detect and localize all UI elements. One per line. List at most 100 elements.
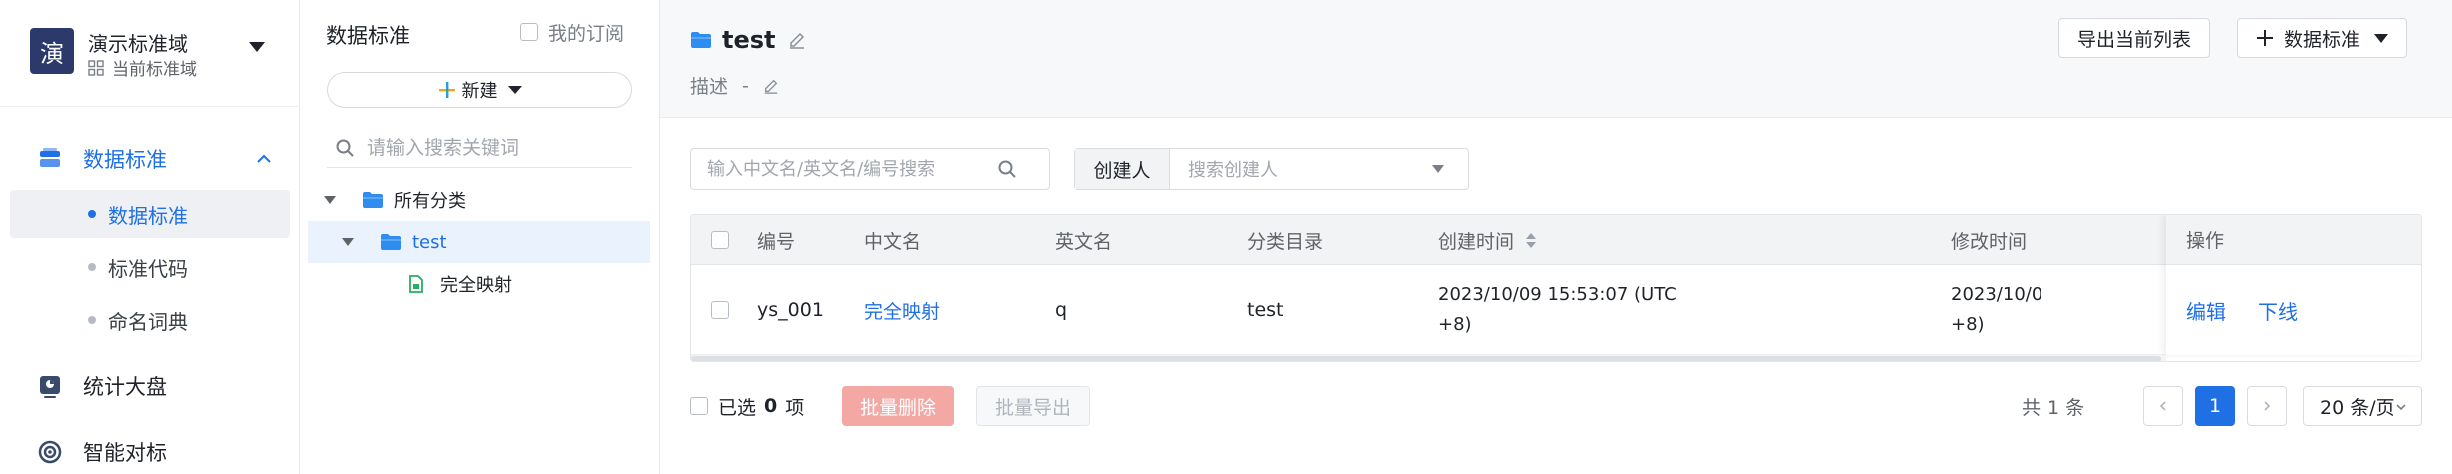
nav-subitem-naming-dictionary[interactable]: 命名词典 bbox=[10, 296, 290, 344]
workspace-name: 演示标准域 bbox=[88, 32, 188, 56]
chevron-down-icon bbox=[2396, 404, 2406, 411]
tree-search-input[interactable] bbox=[367, 136, 617, 159]
cell-en-name: q bbox=[1055, 299, 1068, 321]
cell-category: test bbox=[1247, 299, 1284, 321]
batch-delete-button[interactable]: 批量删除 bbox=[842, 386, 955, 426]
selection-summary: 已选 0 项 bbox=[690, 384, 804, 428]
description-value: - bbox=[742, 74, 749, 97]
caret-down-icon bbox=[507, 86, 522, 94]
page-title-row: test bbox=[690, 26, 806, 54]
table-footer: 已选 0 项 批量删除 批量导出 共 1 条 1 20 条/页 bbox=[690, 384, 2422, 428]
nav-subitem-label: 数据标准 bbox=[108, 203, 188, 228]
my-subscription-toggle[interactable]: 我的订阅 bbox=[520, 20, 625, 45]
select-all-checkbox[interactable] bbox=[711, 231, 729, 249]
creator-filter[interactable]: 创建人 搜索创建人 bbox=[1074, 148, 1469, 190]
chevron-left-icon bbox=[2159, 401, 2166, 411]
nav-group-label: 统计大盘 bbox=[83, 375, 167, 399]
workspace-subtitle: 当前标准域 bbox=[88, 55, 197, 80]
folder-icon bbox=[691, 32, 711, 48]
workspace-switcher[interactable]: 演 演示标准域 当前标准域 bbox=[30, 28, 280, 80]
created-header-label: 创建时间 bbox=[1438, 230, 1515, 253]
data-standard-dropdown-button[interactable]: 数据标准 bbox=[2237, 18, 2408, 58]
workspace-subtitle-text: 当前标准域 bbox=[112, 60, 197, 80]
select-all-cell[interactable] bbox=[711, 215, 729, 265]
nav-subitem-label: 标准代码 bbox=[108, 256, 188, 281]
tree-node-full-mapping[interactable]: 完全映射 bbox=[308, 263, 650, 305]
cell-created: 2023/10/09 15:53:07 (UTC +8) bbox=[1438, 284, 1677, 335]
edit-icon[interactable] bbox=[788, 31, 806, 49]
next-page-button[interactable] bbox=[2247, 386, 2287, 426]
tree-search-field[interactable] bbox=[327, 128, 632, 168]
sort-icon[interactable] bbox=[1526, 232, 1537, 248]
row-actions: 编辑 下线 bbox=[2186, 265, 2330, 355]
export-list-button[interactable]: 导出当前列表 bbox=[2058, 18, 2211, 58]
selected-count: 0 bbox=[764, 395, 778, 417]
horizontal-scrollbar[interactable] bbox=[691, 355, 2166, 361]
edit-link[interactable]: 编辑 bbox=[2186, 296, 2226, 325]
offline-link[interactable]: 下线 bbox=[2258, 296, 2298, 325]
column-header-en-name: 英文名 bbox=[1055, 230, 1113, 253]
folder-icon bbox=[381, 234, 401, 250]
plus-colorful-icon bbox=[438, 82, 455, 98]
search-icon[interactable] bbox=[997, 159, 1017, 179]
selected-suffix: 项 bbox=[785, 396, 805, 419]
tree-node-label: test bbox=[412, 231, 447, 253]
nav-group-label: 数据标准 bbox=[83, 148, 167, 172]
column-header-modified: 修改时间 bbox=[1951, 230, 2028, 253]
subscribe-checkbox[interactable] bbox=[520, 23, 538, 41]
nav-group-data-standard[interactable]: 数据标准 bbox=[0, 135, 300, 183]
page-button-current[interactable]: 1 bbox=[2195, 386, 2235, 426]
folder-icon bbox=[363, 192, 383, 208]
dashboard-icon bbox=[40, 376, 60, 398]
page-size-select[interactable]: 20 条/页 bbox=[2303, 386, 2422, 426]
subscribe-label: 我的订阅 bbox=[548, 22, 625, 45]
standards-table: 编号 中文名 英文名 分类目录 创建时间 修改时间 ys_001 完全映射 q … bbox=[690, 214, 2422, 362]
cell-modified: 2023/10/0 +8) bbox=[1951, 284, 2041, 335]
keyword-search-input[interactable] bbox=[707, 158, 997, 180]
caret-down-icon[interactable] bbox=[249, 42, 265, 52]
tree-node-label: 完全映射 bbox=[440, 275, 512, 296]
row-checkbox[interactable] bbox=[711, 301, 729, 319]
tree-node-label: 所有分类 bbox=[394, 191, 466, 212]
nav-group-smart-match[interactable]: 智能对标 bbox=[0, 428, 300, 474]
creator-filter-label: 创建人 bbox=[1075, 149, 1170, 189]
main-header: test 描述 - 导出当前列表 数据标准 bbox=[660, 0, 2452, 118]
search-icon bbox=[336, 139, 354, 157]
expand-caret-icon[interactable] bbox=[342, 238, 354, 246]
data-standard-icon bbox=[40, 148, 60, 167]
nav-subitem-data-standard[interactable]: 数据标准 bbox=[10, 190, 290, 238]
tree-node-test[interactable]: test bbox=[308, 221, 650, 263]
bullet-icon bbox=[88, 316, 96, 324]
tree-panel-title: 数据标准 bbox=[326, 24, 410, 48]
scrollbar-thumb[interactable] bbox=[691, 356, 2161, 361]
nav-divider bbox=[0, 106, 300, 107]
row-select-cell[interactable] bbox=[711, 265, 729, 355]
expand-caret-icon[interactable] bbox=[324, 196, 336, 204]
description-label: 描述 bbox=[690, 76, 729, 98]
prev-page-button[interactable] bbox=[2143, 386, 2183, 426]
nav-subitem-standard-code[interactable]: 标准代码 bbox=[10, 243, 290, 291]
chevron-up-icon[interactable] bbox=[254, 149, 274, 169]
column-header-actions: 操作 bbox=[2166, 215, 2421, 265]
creator-select-placeholder: 搜索创建人 bbox=[1188, 160, 1278, 181]
new-button[interactable]: 新建 bbox=[327, 72, 632, 108]
column-header-cn-name: 中文名 bbox=[864, 230, 922, 253]
batch-export-button[interactable]: 批量导出 bbox=[976, 386, 1091, 426]
footer-select-all-checkbox[interactable] bbox=[690, 397, 708, 415]
cell-cn-name-link[interactable]: 完全映射 bbox=[864, 265, 940, 355]
actions-column: 操作 编辑 下线 bbox=[2166, 215, 2421, 355]
keyword-search-field[interactable] bbox=[690, 148, 1050, 190]
cell-code: ys_001 bbox=[757, 299, 824, 321]
nav-group-dashboard[interactable]: 统计大盘 bbox=[0, 362, 300, 410]
main-content: test 描述 - 导出当前列表 数据标准 创建人 搜索创建人 bbox=[660, 0, 2452, 474]
table-header: 编号 中文名 英文名 分类目录 创建时间 修改时间 bbox=[691, 215, 2421, 265]
caret-down-icon bbox=[2374, 33, 2389, 43]
tree-node-all-categories[interactable]: 所有分类 bbox=[308, 179, 650, 221]
selected-prefix: 已选 bbox=[718, 396, 757, 419]
document-icon bbox=[409, 275, 423, 293]
list-content: 创建人 搜索创建人 编号 中文名 英文名 分类目录 创建时间 修改时间 bbox=[660, 118, 2452, 474]
column-header-created[interactable]: 创建时间 bbox=[1438, 215, 1537, 265]
total-count: 共 1 条 bbox=[2022, 396, 2085, 419]
creator-select[interactable]: 搜索创建人 bbox=[1170, 149, 1468, 189]
edit-icon[interactable] bbox=[763, 78, 779, 94]
